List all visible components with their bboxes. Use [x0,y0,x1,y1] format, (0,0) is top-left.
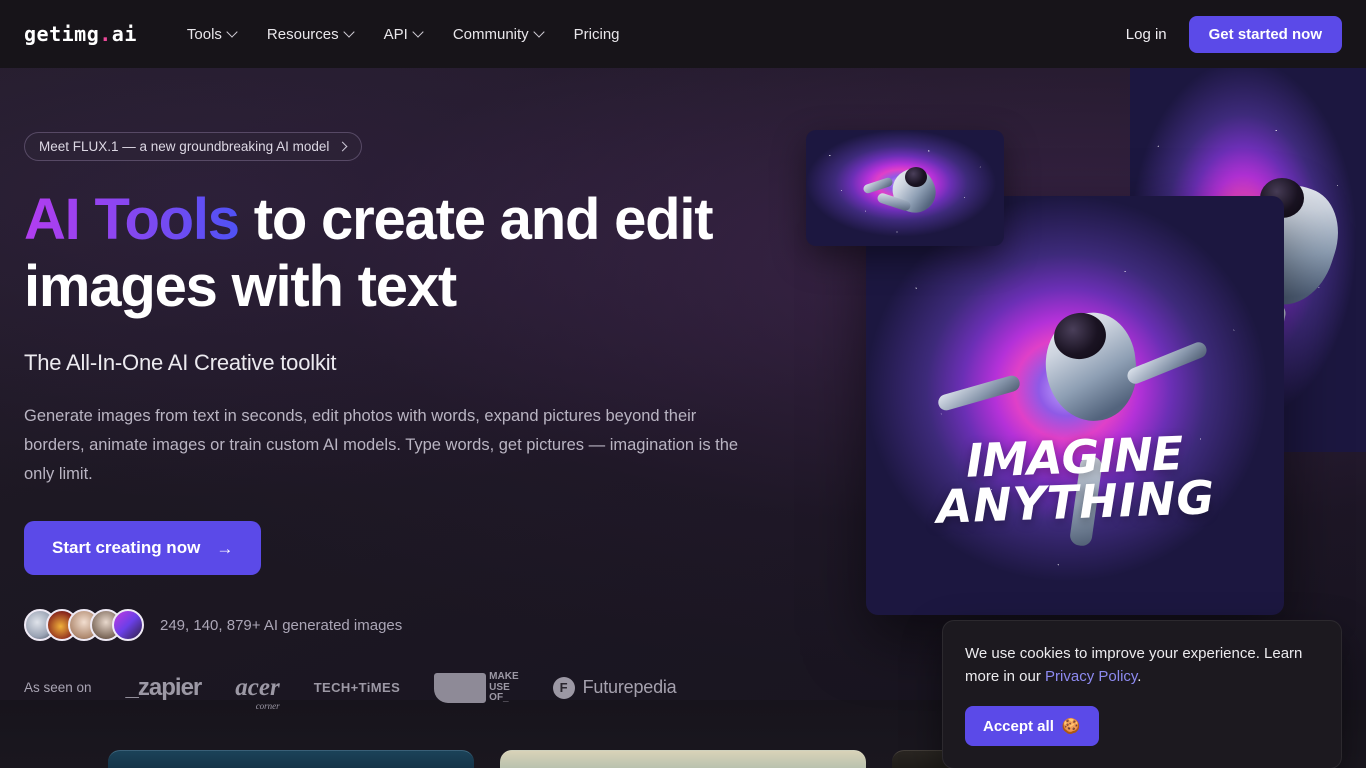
avatar-group [24,609,144,641]
logo-suffix: ai [112,22,137,46]
nav-links: Tools Resources API Community Pricing [177,18,630,51]
hero-subheadline: The All-In-One AI Creative toolkit [24,350,814,376]
page-title: AI Tools to create and edit images with … [24,187,744,320]
nav-item-api[interactable]: API [374,18,433,51]
nav-item-label: Community [453,26,529,43]
logo-acer-sub: corner [256,701,280,711]
hero-body-copy: Generate images from text in seconds, ed… [24,402,754,489]
login-link[interactable]: Log in [1126,26,1167,43]
logo-acer-main: acer [235,674,279,702]
logo-tech-times: TECH+ TiMES [314,681,400,694]
logo-muo-shape [434,673,486,703]
as-seen-on-label: As seen on [24,680,92,695]
page-root: IMAGINE ANYTHING getimg.ai Tools Resourc… [0,0,1366,768]
overlay-line-2: ANYTHING [866,473,1284,533]
logo-tech-line1: TECH+ [314,681,359,694]
nav-right-group: Log in Get started now [1126,16,1342,53]
nav-item-pricing[interactable]: Pricing [564,18,630,51]
chevron-right-icon [339,143,347,151]
arrow-right-icon: → [216,540,233,557]
announcement-badge-label: Meet FLUX.1 — a new groundbreaking AI mo… [39,139,329,154]
nav-item-community[interactable]: Community [443,18,554,51]
get-started-button[interactable]: Get started now [1189,16,1342,53]
chevron-down-icon [414,28,423,37]
nav-item-label: Pricing [574,26,620,43]
headline-accent: AI Tools [24,187,239,252]
logo-getimg-ai[interactable]: getimg.ai [24,22,137,46]
announcement-badge[interactable]: Meet FLUX.1 — a new groundbreaking AI mo… [24,132,362,161]
logo-dot: . [99,22,112,46]
logo-muo-text: MAKE USE OF_ [489,672,518,704]
top-navigation-bar: getimg.ai Tools Resources API Community … [0,0,1366,68]
hero-content: Meet FLUX.1 — a new groundbreaking AI mo… [24,132,814,641]
imagine-anything-overlay-text: IMAGINE ANYTHING [866,428,1284,533]
astronaut-arm-left-main [936,373,1021,412]
hero-image-astronaut-nebula-small [806,130,1004,246]
futurepedia-mark-icon: F [553,677,575,699]
generated-images-count: 249, 140, 879+ AI generated images [160,617,402,634]
logo-muo-line3: OF_ [489,693,518,704]
hero-image-imagine-anything: IMAGINE ANYTHING [866,196,1284,615]
chevron-down-icon [535,28,544,37]
avatar [112,609,144,641]
logo-futurepedia-name: Futurepedia [583,677,677,698]
cookie-icon: 🍪 [1062,717,1081,735]
start-creating-label: Start creating now [52,538,200,558]
logo-zapier: _zapier [126,674,202,702]
start-creating-button[interactable]: Start creating now → [24,521,261,575]
cookie-text-after: . [1137,668,1141,685]
as-seen-on-row: As seen on _zapier acer corner TECH+ TiM… [24,672,677,704]
cookie-consent-banner: We use cookies to improve your experienc… [942,620,1342,768]
logo-muo-line1: MAKE [489,672,518,683]
astronaut-arm-small [863,177,894,195]
logo-tech-line2: TiMES [359,681,401,694]
cookie-banner-text: We use cookies to improve your experienc… [965,643,1317,688]
nav-item-label: Tools [187,26,222,43]
nav-item-label: Resources [267,26,339,43]
accept-all-label: Accept all [983,718,1054,735]
privacy-policy-link[interactable]: Privacy Policy [1045,668,1137,685]
chevron-down-icon [228,28,237,37]
logo-futurepedia: F Futurepedia [553,677,677,699]
chevron-down-icon [345,28,354,37]
nav-item-label: API [384,26,408,43]
nav-item-resources[interactable]: Resources [257,18,364,51]
social-proof: 249, 140, 879+ AI generated images [24,609,814,641]
nav-item-tools[interactable]: Tools [177,18,247,51]
logo-acer-corner: acer corner [235,674,279,702]
bottom-card-blue[interactable] [108,750,474,768]
accept-all-cookies-button[interactable]: Accept all 🍪 [965,706,1099,746]
logo-name: getimg [24,22,99,46]
astronaut-visor-small [905,167,927,187]
logo-make-use-of: MAKE USE OF_ [434,672,518,704]
astronaut-arm-right-main [1125,340,1209,386]
bottom-card-landscape[interactable] [500,750,866,768]
